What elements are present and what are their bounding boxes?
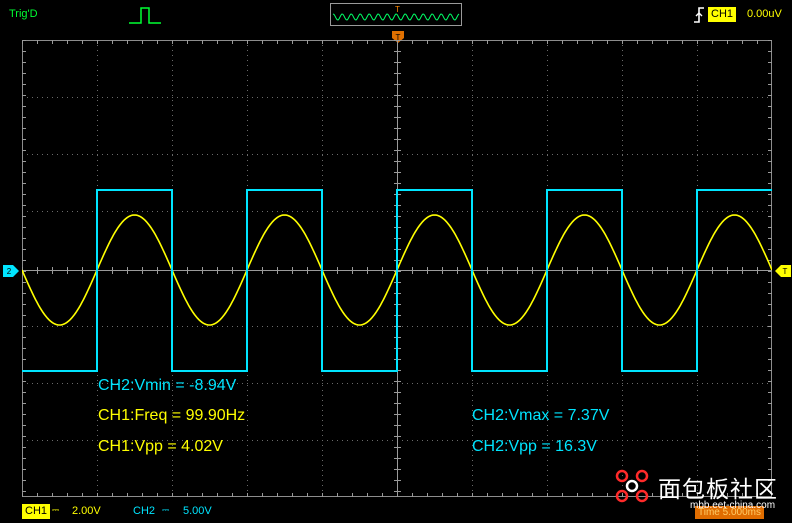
measurement-ch2-vmax: CH2:Vmax = 7.37V xyxy=(472,407,610,424)
watermark-title: 面包板社区 xyxy=(658,477,778,503)
ch1-label-badge[interactable]: CH1 xyxy=(22,504,51,519)
ch1-volts-div: 2.00V xyxy=(72,505,101,517)
preview-trigger-marker: T xyxy=(395,5,400,14)
ch2-coupling-icon: ⎓ xyxy=(162,505,170,515)
watermark-logo-icon xyxy=(615,469,649,503)
measurement-ch2-vpp: CH2:Vpp = 16.3V xyxy=(472,438,597,455)
preview-wave-icon: T xyxy=(332,5,460,21)
timebase-preview[interactable]: T xyxy=(330,3,462,26)
ch2-volts-div: 5.00V xyxy=(183,505,212,517)
pulse-icon xyxy=(129,7,161,24)
ch-ground-marker[interactable]: 2 xyxy=(2,264,20,278)
ch1-coupling-icon: ⎓ xyxy=(52,505,60,515)
measurement-ch1-freq: CH1:Freq = 99.90Hz xyxy=(98,407,246,424)
measurement-ch1-vpp: CH1:Vpp = 4.02V xyxy=(98,438,223,455)
trigger-level-marker-label: T xyxy=(783,267,788,276)
waveform-display[interactable] xyxy=(22,40,772,497)
trigger-level-marker[interactable]: T xyxy=(774,264,792,278)
ch2-label[interactable]: CH2 xyxy=(133,505,155,517)
trigger-level: 0.00uV xyxy=(747,8,782,20)
ch2-waveform xyxy=(22,189,772,372)
top-status-bar: Trig'D T CH1 0.00uV xyxy=(0,0,792,30)
measurement-ch2-vmin: CH2:Vmin = -8.94V xyxy=(98,377,237,394)
ch-ground-marker-label: 2 xyxy=(7,267,12,276)
rising-edge-icon xyxy=(694,7,704,23)
trigger-status: Trig'D xyxy=(9,8,38,20)
watermark-url: mbb.eet-china.com xyxy=(690,500,776,511)
trigger-source-badge[interactable]: CH1 xyxy=(708,7,737,22)
